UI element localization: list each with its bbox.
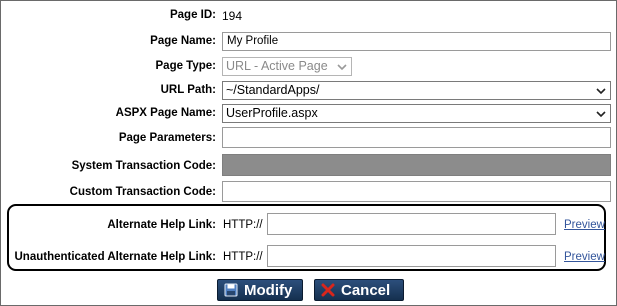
aspx-page-name-label: ASPX Page Name:: [115, 107, 216, 119]
page-type-label: Page Type:: [155, 60, 217, 72]
unauthenticated-help-link-input[interactable]: [267, 245, 556, 267]
unauthenticated-help-link-prefix: HTTP://: [223, 251, 263, 263]
modify-button[interactable]: Modify: [217, 279, 303, 301]
page-type-select[interactable]: URL - Active Page: [222, 57, 352, 76]
page-parameters-label: Page Parameters:: [118, 132, 216, 144]
aspx-page-name-value: UserProfile.aspx: [226, 106, 318, 120]
url-path-select[interactable]: ~/StandardApps/: [222, 81, 611, 100]
red-x-icon: [321, 283, 335, 297]
url-path-label: URL Path:: [160, 84, 216, 96]
cancel-button[interactable]: Cancel: [314, 279, 404, 301]
alternate-help-link-label: Alternate Help Link:: [107, 219, 216, 231]
unauthenticated-alternate-help-link-label: Unauthenticated Alternate Help Link:: [14, 251, 217, 263]
chevron-down-icon: [596, 88, 606, 95]
custom-transaction-code-label: Custom Transaction Code:: [69, 186, 216, 198]
page-name-label: Page Name:: [150, 35, 216, 47]
system-transaction-code-label: System Transaction Code:: [71, 160, 216, 172]
aspx-page-name-select[interactable]: UserProfile.aspx: [222, 104, 611, 123]
save-disk-icon: [224, 283, 238, 297]
custom-transaction-code-input[interactable]: [222, 181, 611, 202]
page-id-label: Page ID:: [169, 9, 216, 21]
page-parameters-input[interactable]: [222, 127, 611, 148]
page-type-value: URL - Active Page: [226, 59, 328, 73]
unauthenticated-help-link-preview[interactable]: Preview: [564, 251, 605, 263]
alternate-help-link-preview[interactable]: Preview: [564, 219, 605, 231]
page-name-input[interactable]: My Profile: [222, 32, 611, 51]
chevron-down-icon: [337, 64, 347, 71]
chevron-down-icon: [596, 111, 606, 118]
page-id-value: 194: [222, 9, 243, 23]
alternate-help-link-input[interactable]: [267, 213, 556, 235]
alternate-help-link-prefix: HTTP://: [223, 219, 263, 231]
url-path-value: ~/StandardApps/: [226, 83, 320, 97]
system-transaction-code-field: [222, 154, 611, 176]
cancel-button-label: Cancel: [341, 281, 391, 299]
modify-button-label: Modify: [244, 281, 293, 299]
